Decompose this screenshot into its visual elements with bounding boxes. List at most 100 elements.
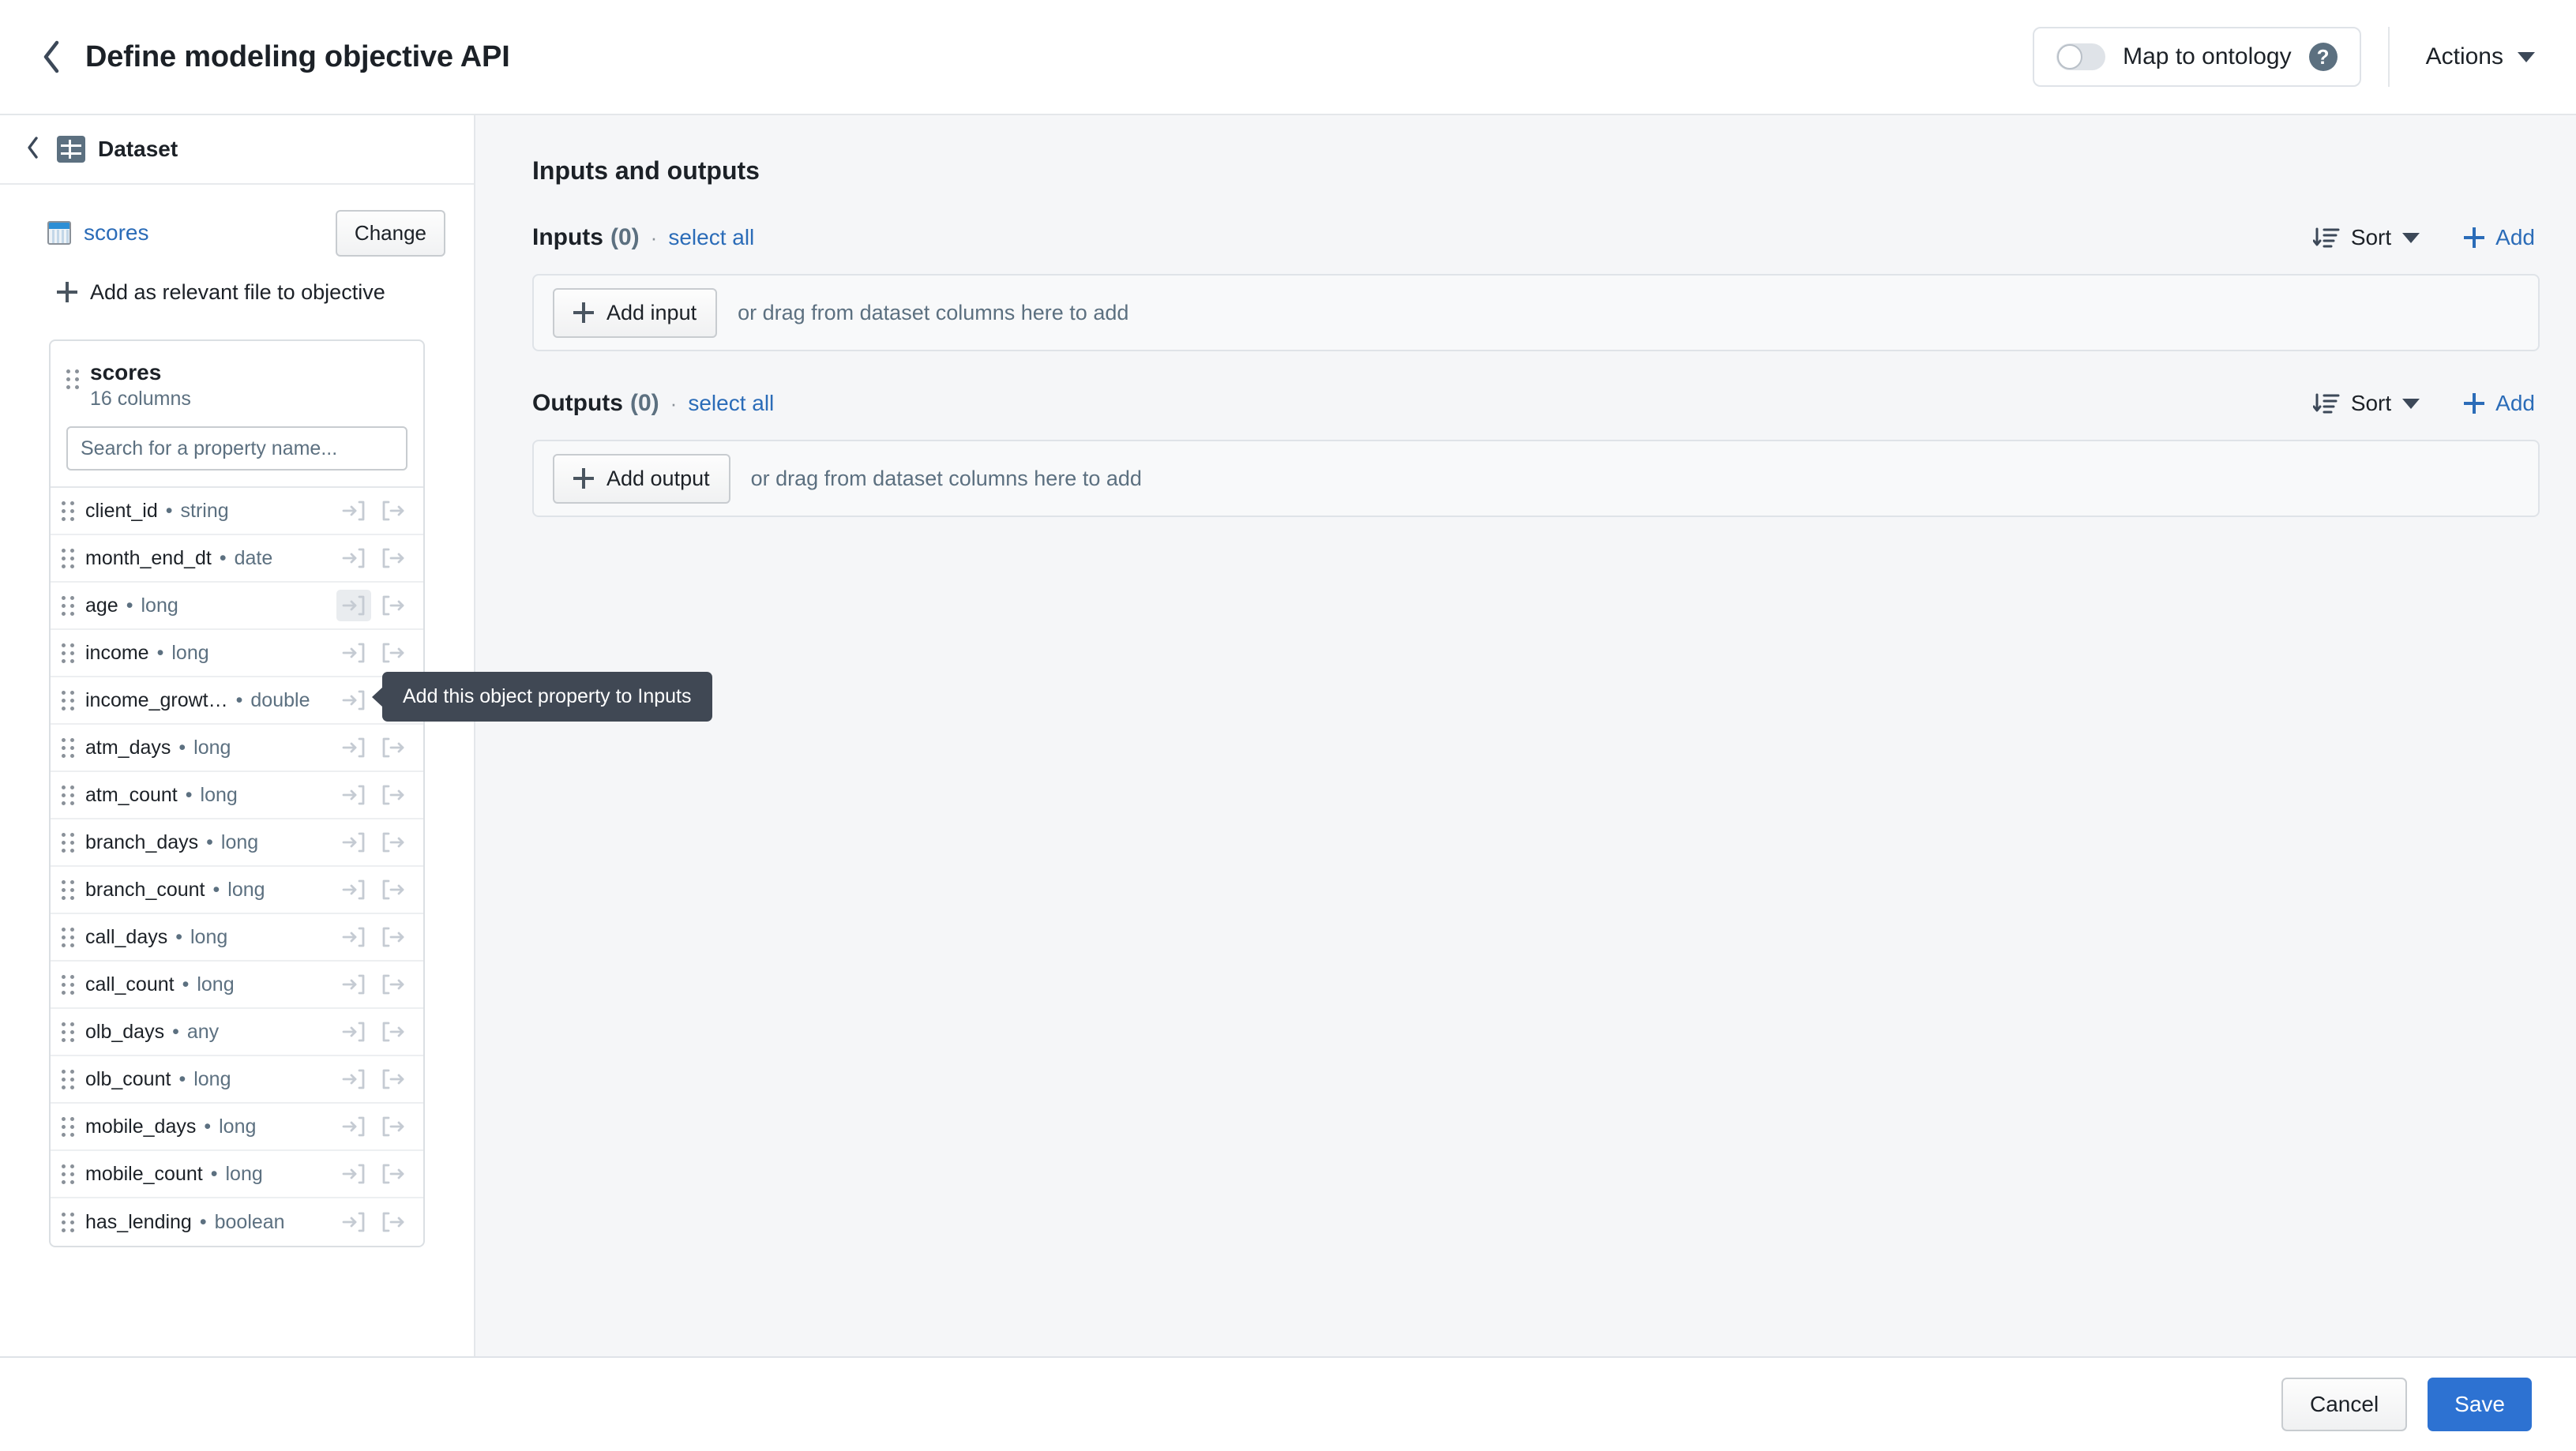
- help-icon[interactable]: ?: [2309, 43, 2338, 71]
- column-row[interactable]: call_days•long: [51, 914, 423, 962]
- add-to-outputs-icon[interactable]: [376, 542, 411, 574]
- drag-handle-icon[interactable]: [62, 975, 74, 995]
- map-to-ontology-control[interactable]: Map to ontology ?: [2033, 27, 2360, 87]
- column-row[interactable]: income_growt…•double: [51, 677, 423, 725]
- add-to-outputs-icon[interactable]: [376, 495, 411, 527]
- drag-handle-icon[interactable]: [66, 369, 79, 389]
- add-to-outputs-icon[interactable]: [376, 874, 411, 905]
- add-output-button[interactable]: Add output: [553, 454, 730, 504]
- add-to-outputs-icon[interactable]: [376, 637, 411, 669]
- add-to-outputs-icon[interactable]: [376, 779, 411, 811]
- add-to-inputs-icon[interactable]: [336, 827, 371, 858]
- add-to-outputs-icon[interactable]: [376, 732, 411, 763]
- inputs-dropzone[interactable]: Add input or drag from dataset columns h…: [532, 274, 2540, 351]
- add-input-button[interactable]: Add input: [553, 288, 717, 338]
- drag-handle-icon[interactable]: [62, 596, 74, 616]
- add-relevant-file-button[interactable]: Add as relevant file to objective: [0, 268, 474, 316]
- add-to-inputs-icon[interactable]: [336, 1111, 371, 1142]
- add-to-inputs-icon[interactable]: [336, 921, 371, 953]
- drag-handle-icon[interactable]: [62, 928, 74, 947]
- inputs-add-button[interactable]: Add: [2459, 219, 2540, 257]
- drag-handle-icon[interactable]: [62, 1070, 74, 1089]
- dataset-columns-card: scores 16 columns client_id•stringmonth_…: [49, 339, 425, 1247]
- actions-menu-button[interactable]: Actions: [2416, 32, 2544, 81]
- outputs-sort-label: Sort: [2351, 391, 2391, 416]
- add-to-outputs-icon[interactable]: [376, 1206, 411, 1238]
- add-input-label: Add input: [606, 301, 697, 325]
- search-input[interactable]: [66, 426, 407, 471]
- inputs-sort-button[interactable]: Sort: [2308, 219, 2424, 257]
- inputs-sort-label: Sort: [2351, 225, 2391, 250]
- add-to-inputs-icon[interactable]: [336, 542, 371, 574]
- column-type: long: [225, 1163, 262, 1186]
- add-to-inputs-icon[interactable]: [336, 1158, 371, 1190]
- save-button[interactable]: Save: [2428, 1378, 2532, 1431]
- add-to-inputs-icon[interactable]: [336, 732, 371, 763]
- add-to-outputs-icon[interactable]: [376, 827, 411, 858]
- column-row-actions: [336, 495, 411, 527]
- drag-handle-icon[interactable]: [62, 833, 74, 853]
- cancel-button[interactable]: Cancel: [2281, 1378, 2407, 1431]
- outputs-add-button[interactable]: Add: [2459, 384, 2540, 422]
- back-button[interactable]: [28, 34, 74, 80]
- column-row[interactable]: branch_count•long: [51, 867, 423, 914]
- add-to-inputs-icon[interactable]: [336, 495, 371, 527]
- add-to-inputs-icon[interactable]: [336, 1063, 371, 1095]
- add-to-outputs-icon[interactable]: [376, 1158, 411, 1190]
- add-to-inputs-icon[interactable]: [336, 779, 371, 811]
- column-row[interactable]: income•long: [51, 630, 423, 677]
- add-to-outputs-icon[interactable]: [376, 969, 411, 1000]
- column-row[interactable]: olb_count•long: [51, 1056, 423, 1104]
- drag-handle-icon[interactable]: [62, 738, 74, 758]
- outputs-select-all-link[interactable]: select all: [688, 391, 774, 416]
- drag-handle-icon[interactable]: [62, 501, 74, 521]
- sidebar-collapse-button[interactable]: [17, 133, 49, 165]
- add-to-inputs-icon[interactable]: [336, 1016, 371, 1048]
- column-row[interactable]: month_end_dt•date: [51, 535, 423, 583]
- column-row[interactable]: branch_days•long: [51, 819, 423, 867]
- column-row[interactable]: mobile_count•long: [51, 1151, 423, 1198]
- drag-handle-icon[interactable]: [62, 880, 74, 900]
- sort-descending-icon: [2313, 227, 2340, 249]
- add-to-inputs-icon[interactable]: [336, 874, 371, 905]
- column-row[interactable]: atm_count•long: [51, 772, 423, 819]
- column-name: mobile_days: [85, 1115, 196, 1138]
- column-row[interactable]: mobile_days•long: [51, 1104, 423, 1151]
- outputs-dropzone[interactable]: Add output or drag from dataset columns …: [532, 440, 2540, 517]
- drag-handle-icon[interactable]: [62, 643, 74, 663]
- add-to-outputs-icon[interactable]: [376, 590, 411, 621]
- drag-handle-icon[interactable]: [62, 549, 74, 568]
- inputs-select-all-link[interactable]: select all: [668, 225, 754, 250]
- column-type: long: [193, 1068, 231, 1091]
- add-to-inputs-icon[interactable]: [336, 637, 371, 669]
- drag-handle-icon[interactable]: [62, 1164, 74, 1184]
- add-to-inputs-icon[interactable]: [336, 969, 371, 1000]
- change-dataset-button[interactable]: Change: [336, 210, 445, 257]
- map-to-ontology-toggle[interactable]: [2056, 43, 2105, 70]
- add-to-inputs-icon[interactable]: [336, 1206, 371, 1238]
- column-row[interactable]: olb_days•any: [51, 1009, 423, 1056]
- column-row[interactable]: atm_days•long: [51, 725, 423, 772]
- drag-handle-icon[interactable]: [62, 1213, 74, 1232]
- column-row[interactable]: call_count•long: [51, 962, 423, 1009]
- column-row[interactable]: client_id•string: [51, 488, 423, 535]
- add-to-inputs-icon[interactable]: [336, 684, 371, 716]
- drag-handle-icon[interactable]: [62, 1117, 74, 1137]
- dataset-name-link[interactable]: scores: [84, 220, 148, 246]
- column-row-actions: [336, 1063, 411, 1095]
- add-to-outputs-icon[interactable]: [376, 1016, 411, 1048]
- column-row[interactable]: age•long: [51, 583, 423, 630]
- drag-handle-icon[interactable]: [62, 691, 74, 711]
- column-row-actions: [336, 542, 411, 574]
- add-to-inputs-icon[interactable]: [336, 590, 371, 621]
- drag-handle-icon[interactable]: [62, 785, 74, 805]
- column-type: long: [193, 737, 231, 759]
- add-to-outputs-icon[interactable]: [376, 1063, 411, 1095]
- drag-handle-icon[interactable]: [62, 1022, 74, 1042]
- column-row-actions: [336, 827, 411, 858]
- add-to-outputs-icon[interactable]: [376, 1111, 411, 1142]
- column-name: client_id: [85, 500, 158, 523]
- column-row[interactable]: has_lending•boolean: [51, 1198, 423, 1246]
- add-to-outputs-icon[interactable]: [376, 921, 411, 953]
- outputs-sort-button[interactable]: Sort: [2308, 384, 2424, 422]
